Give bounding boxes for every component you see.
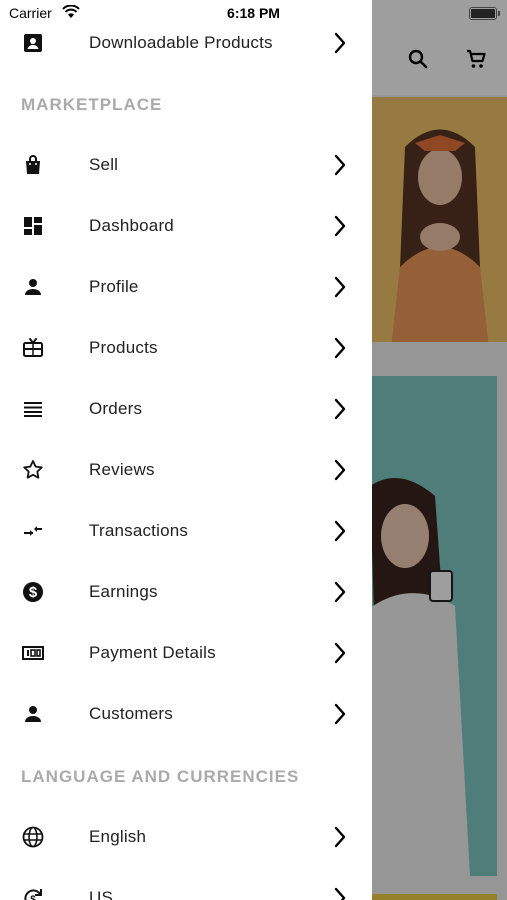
swap-horiz-icon: [21, 519, 45, 543]
chevron-right-icon: [331, 458, 349, 482]
chevron-right-icon: [331, 580, 349, 604]
menu-item-transactions[interactable]: Transactions: [0, 500, 372, 561]
svg-text:$: $: [29, 584, 38, 601]
section-header-language-currencies: LANGUAGE AND CURRENCIES: [21, 767, 300, 786]
chevron-right-icon: [331, 702, 349, 726]
chevron-right-icon: [331, 31, 349, 55]
chevron-right-icon: [331, 275, 349, 299]
menu-item-label: Sell: [89, 154, 119, 174]
chevron-right-icon: [331, 886, 349, 900]
clock: 6:18 PM: [227, 5, 280, 21]
menu-item-label: Reviews: [89, 459, 155, 479]
menu-item-label: Downloadable Products: [89, 32, 273, 52]
menu-item-label: Dashboard: [89, 215, 174, 235]
money-icon: [21, 641, 45, 665]
menu-item-label: Customers: [89, 703, 173, 723]
redeem-icon: [21, 336, 45, 360]
menu-item-label: Payment Details: [89, 642, 216, 662]
section-header-marketplace: MARKETPLACE: [21, 95, 163, 114]
navigation-drawer: Downloadable Products MARKETPLACE Sell D…: [0, 0, 372, 900]
chevron-right-icon: [331, 336, 349, 360]
chevron-right-icon: [331, 641, 349, 665]
chevron-right-icon: [331, 825, 349, 849]
menu-item-earnings[interactable]: $ Earnings: [0, 561, 372, 622]
chevron-right-icon: [331, 519, 349, 543]
menu-item-label: Profile: [89, 276, 139, 296]
menu-item-label: Earnings: [89, 581, 158, 601]
shopping-bag-icon: [21, 153, 45, 177]
chevron-right-icon: [331, 153, 349, 177]
menu-item-label: US: [89, 887, 114, 900]
currency-exchange-icon: $: [21, 886, 45, 900]
menu-item-orders[interactable]: Orders: [0, 378, 372, 439]
menu-item-customers[interactable]: Customers: [0, 683, 372, 744]
menu-item-reviews[interactable]: Reviews: [0, 439, 372, 500]
menu-item-label: Orders: [89, 398, 143, 418]
person-icon: [21, 275, 45, 299]
menu-item-label: Transactions: [89, 520, 189, 540]
star-outline-icon: [21, 458, 45, 482]
svg-text:$: $: [30, 894, 36, 900]
person-icon: [21, 702, 45, 726]
menu-item-payment-details[interactable]: Payment Details: [0, 622, 372, 683]
globe-icon: [21, 825, 45, 849]
menu-item-us-currency[interactable]: $ US: [0, 867, 372, 900]
account-box-icon: [21, 31, 45, 55]
dashboard-icon: [21, 214, 45, 238]
menu-item-english[interactable]: English: [0, 806, 372, 867]
dollar-circle-icon: $: [21, 580, 45, 604]
menu-item-profile[interactable]: Profile: [0, 256, 372, 317]
menu-item-label: English: [89, 826, 147, 846]
status-bar: Carrier 6:18 PM: [0, 0, 507, 28]
menu-item-products[interactable]: Products: [0, 317, 372, 378]
menu-item-dashboard[interactable]: Dashboard: [0, 195, 372, 256]
list-lines-icon: [21, 397, 45, 421]
chevron-right-icon: [331, 214, 349, 238]
menu-item-sell[interactable]: Sell: [0, 134, 372, 195]
menu-item-label: Products: [89, 337, 158, 357]
battery-icon: [469, 7, 500, 20]
chevron-right-icon: [331, 397, 349, 421]
